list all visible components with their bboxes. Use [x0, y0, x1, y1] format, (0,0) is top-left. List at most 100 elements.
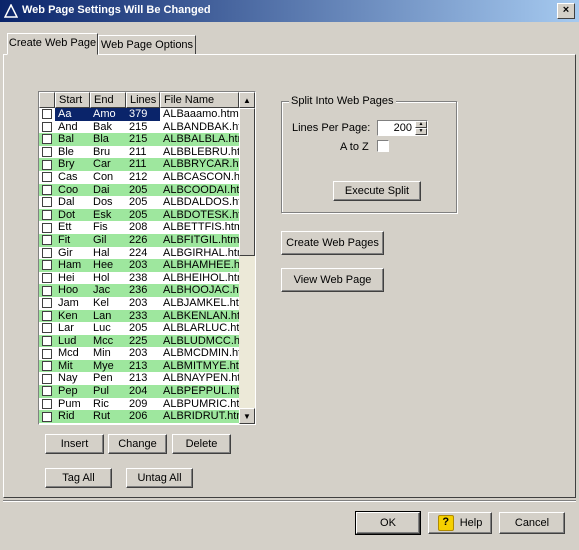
- row-checkbox[interactable]: [39, 284, 55, 297]
- table-row[interactable]: Rid Rut 206 ALBRIDRUT.htn: [39, 410, 239, 423]
- table-row[interactable]: Pum Ric 209 ALBPUMRIC.htr: [39, 398, 239, 411]
- list-scrollbar[interactable]: ▲ ▼: [239, 92, 255, 424]
- row-checkbox[interactable]: [39, 234, 55, 247]
- table-row[interactable]: Lar Luc 205 ALBLARLUC.htr: [39, 322, 239, 335]
- header-check[interactable]: [39, 92, 55, 108]
- untag-all-button[interactable]: Untag All: [126, 468, 193, 488]
- table-row[interactable]: Ble Bru 211 ALBBLEBRU.htr: [39, 146, 239, 159]
- row-checkbox[interactable]: [39, 360, 55, 373]
- ok-button[interactable]: OK: [355, 511, 421, 535]
- row-checkbox[interactable]: [39, 196, 55, 209]
- row-checkbox[interactable]: [39, 297, 55, 310]
- table-row[interactable]: Fit Gil 226 ALBFITGIL.html: [39, 233, 239, 247]
- row-checkbox[interactable]: [39, 108, 55, 121]
- checkbox-box[interactable]: [42, 398, 52, 409]
- table-row[interactable]: Coo Dai 205 ALBCOODAI.htr: [39, 183, 239, 197]
- row-checkbox[interactable]: [39, 310, 55, 323]
- web-page-list[interactable]: Start End Lines File Name Aa Amo 379 ALBaaa…: [38, 91, 256, 425]
- row-checkbox[interactable]: [39, 322, 55, 335]
- spin-up-icon[interactable]: ▲: [415, 121, 427, 128]
- checkbox-box[interactable]: [42, 235, 52, 246]
- close-button[interactable]: ×: [557, 3, 575, 19]
- view-web-page-button[interactable]: View Web Page: [281, 268, 384, 292]
- checkbox-box[interactable]: [42, 184, 52, 195]
- table-row[interactable]: Lud Mcc 225 ALBLUDMCC.ht: [39, 334, 239, 348]
- checkbox-box[interactable]: [42, 361, 52, 372]
- row-checkbox[interactable]: [39, 158, 55, 171]
- checkbox-box[interactable]: [42, 386, 52, 397]
- checkbox-box[interactable]: [42, 159, 52, 170]
- help-button[interactable]: ? Help: [428, 512, 492, 534]
- table-row[interactable]: Aa Amo 379 ALBaaamo.html: [39, 108, 239, 121]
- row-checkbox[interactable]: [39, 272, 55, 285]
- header-file-name[interactable]: File Name: [160, 92, 239, 108]
- row-checkbox[interactable]: [39, 184, 55, 197]
- table-row[interactable]: Mit Mye 213 ALBMITMYE.ht: [39, 359, 239, 373]
- table-row[interactable]: Cas Con 212 ALBCASCON.ht: [39, 171, 239, 184]
- checkbox-box[interactable]: [42, 373, 52, 384]
- checkbox-box[interactable]: [42, 109, 52, 120]
- tab-web-page-options[interactable]: Web Page Options: [98, 35, 196, 55]
- table-row[interactable]: And Bak 215 ALBANDBAK.ht: [39, 121, 239, 134]
- row-checkbox[interactable]: [39, 171, 55, 184]
- header-end[interactable]: End: [90, 92, 126, 108]
- checkbox-box[interactable]: [42, 210, 52, 221]
- header-lines[interactable]: Lines: [126, 92, 160, 108]
- table-row[interactable]: Nay Pen 213 ALBNAYPEN.ht: [39, 372, 239, 385]
- a-to-z-checkbox[interactable]: [377, 140, 389, 152]
- checkbox-box[interactable]: [42, 285, 52, 296]
- checkbox-box[interactable]: [42, 222, 52, 233]
- row-checkbox[interactable]: [39, 133, 55, 146]
- table-row[interactable]: Dot Esk 205 ALBDOTESK.htr: [39, 208, 239, 222]
- row-checkbox[interactable]: [39, 209, 55, 222]
- create-web-pages-button[interactable]: Create Web Pages: [281, 231, 384, 255]
- checkbox-box[interactable]: [42, 273, 52, 284]
- checkbox-box[interactable]: [42, 323, 52, 334]
- row-checkbox[interactable]: [39, 385, 55, 398]
- lines-per-page-spinner[interactable]: 200 ▲ ▼: [377, 120, 428, 136]
- checkbox-box[interactable]: [42, 134, 52, 145]
- row-checkbox[interactable]: [39, 410, 55, 423]
- tag-all-button[interactable]: Tag All: [45, 468, 112, 488]
- checkbox-box[interactable]: [42, 121, 52, 132]
- table-row[interactable]: Hei Hol 238 ALBHEIHOL.htn: [39, 272, 239, 285]
- table-row[interactable]: Dal Dos 205 ALBDALDOS.ht: [39, 196, 239, 209]
- scroll-up-icon[interactable]: ▲: [239, 92, 255, 108]
- row-checkbox[interactable]: [39, 347, 55, 360]
- table-row[interactable]: Jam Kel 203 ALBJAMKEL.htr: [39, 297, 239, 310]
- table-row[interactable]: Bry Car 211 ALBBRYCAR.ht: [39, 158, 239, 171]
- tab-create-web-page[interactable]: Create Web Page: [7, 33, 98, 55]
- table-row[interactable]: Ken Lan 233 ALBKENLAN.ht: [39, 309, 239, 323]
- table-row[interactable]: Bal Bla 215 ALBBALBLA.htr: [39, 133, 239, 146]
- table-row[interactable]: Hoo Jac 236 ALBHOOJAC.ht: [39, 284, 239, 297]
- scroll-thumb[interactable]: [239, 108, 255, 256]
- checkbox-box[interactable]: [42, 335, 52, 346]
- lines-per-page-value[interactable]: 200: [394, 122, 412, 134]
- row-checkbox[interactable]: [39, 121, 55, 134]
- checkbox-box[interactable]: [42, 310, 52, 321]
- checkbox-box[interactable]: [42, 260, 52, 271]
- row-checkbox[interactable]: [39, 259, 55, 272]
- row-checkbox[interactable]: [39, 398, 55, 411]
- checkbox-box[interactable]: [42, 348, 52, 359]
- change-button[interactable]: Change: [108, 434, 167, 454]
- checkbox-box[interactable]: [42, 298, 52, 309]
- checkbox-box[interactable]: [42, 172, 52, 183]
- checkbox-box[interactable]: [42, 147, 52, 158]
- delete-button[interactable]: Delete: [172, 434, 231, 454]
- checkbox-box[interactable]: [42, 197, 52, 208]
- table-row[interactable]: Pep Pul 204 ALBPEPPUL.htr: [39, 385, 239, 398]
- header-start[interactable]: Start: [55, 92, 90, 108]
- row-checkbox[interactable]: [39, 146, 55, 159]
- row-checkbox[interactable]: [39, 247, 55, 260]
- insert-button[interactable]: Insert: [45, 434, 104, 454]
- checkbox-box[interactable]: [42, 411, 52, 422]
- spin-down-icon[interactable]: ▼: [415, 128, 427, 135]
- table-row[interactable]: Ham Hee 203 ALBHAMHEE.ht: [39, 259, 239, 272]
- execute-split-button[interactable]: Execute Split: [333, 181, 421, 201]
- row-checkbox[interactable]: [39, 335, 55, 348]
- row-checkbox[interactable]: [39, 372, 55, 385]
- table-row[interactable]: Ett Fis 208 ALBETTFIS.htm: [39, 221, 239, 234]
- scroll-down-icon[interactable]: ▼: [239, 408, 255, 424]
- table-row[interactable]: Mcd Min 203 ALBMCDMIN.ht: [39, 347, 239, 360]
